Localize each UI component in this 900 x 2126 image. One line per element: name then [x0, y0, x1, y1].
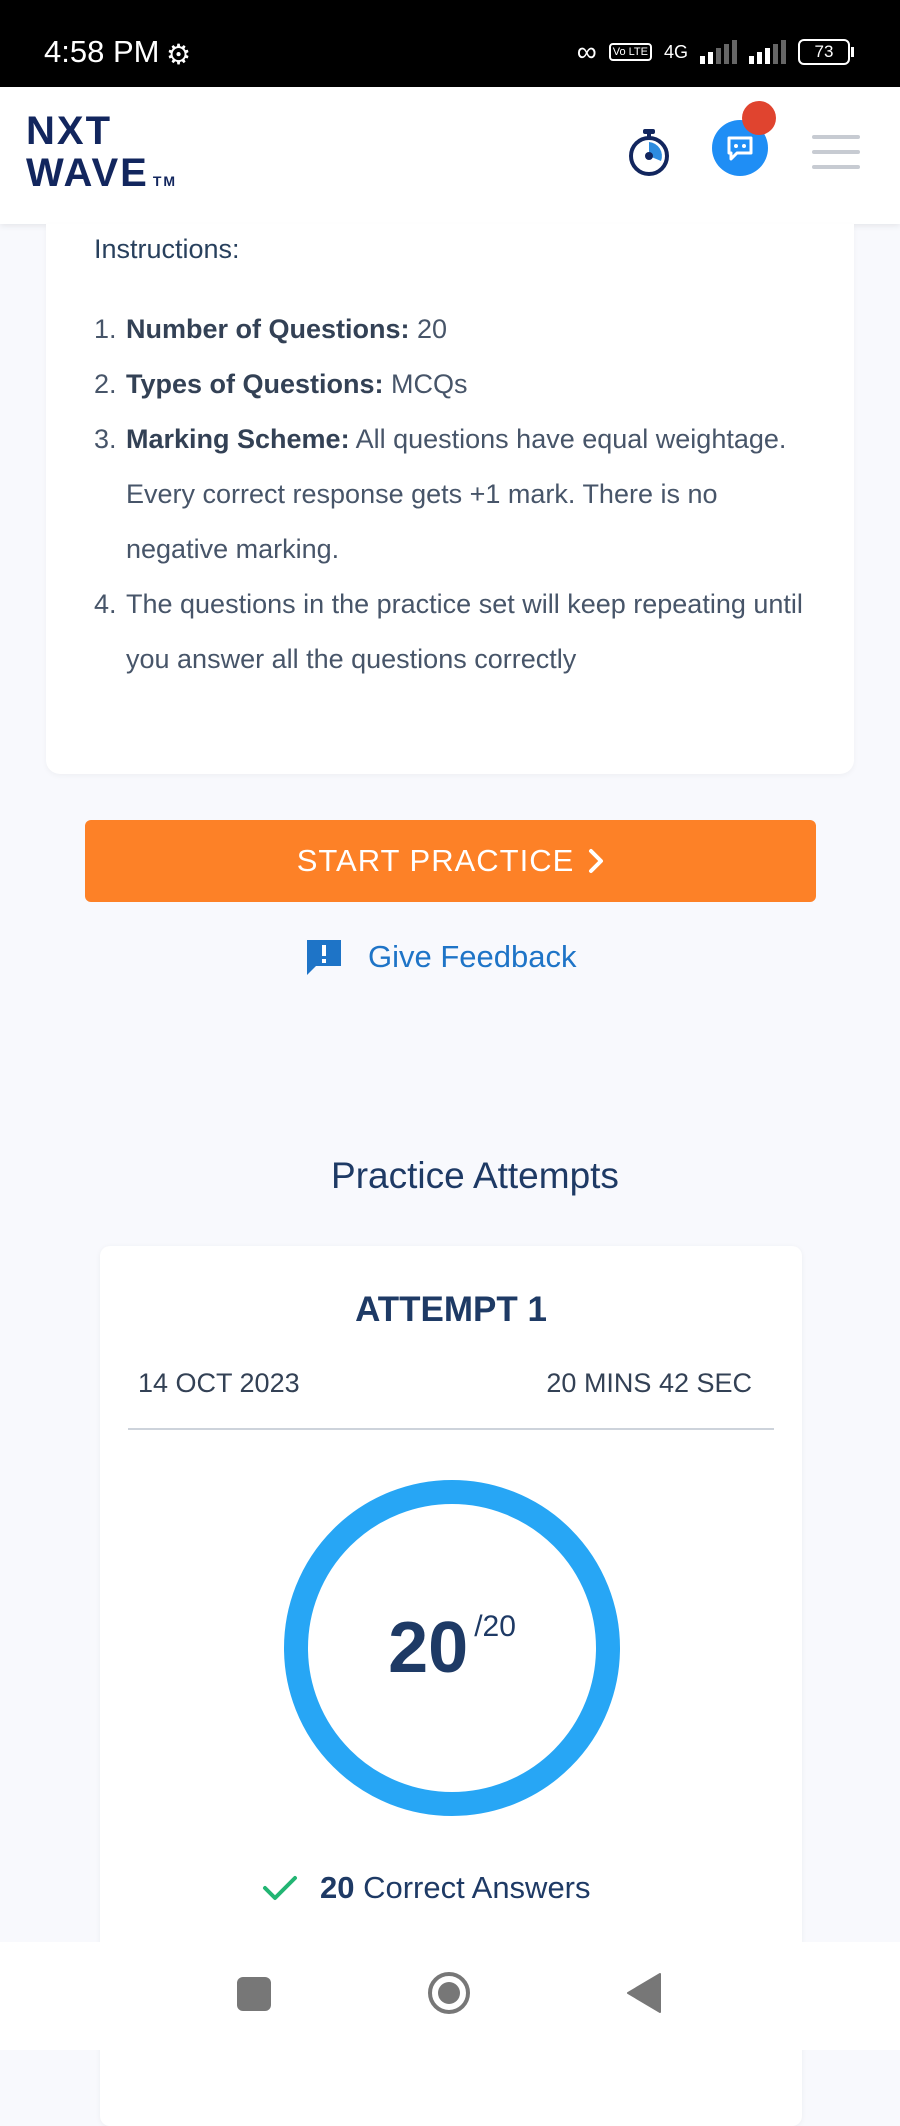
status-bar: 4:58 PM ⚙ ∞ Vo LTE 4G 73 [0, 0, 900, 87]
instruction-item: 2. Types of Questions: MCQs [94, 369, 468, 399]
home-icon[interactable] [426, 1970, 472, 2016]
app-header: NXT WAVE TM [0, 87, 900, 224]
network-type-label: 4G [663, 41, 688, 62]
logo-line2: WAVE [26, 151, 149, 195]
score-ring: 20 /20 [282, 1478, 622, 1818]
score-value: 20 [388, 1608, 469, 1688]
instruction-item: 3. Marking Scheme: All questions have equ… [94, 424, 787, 564]
notification-dot [742, 101, 776, 135]
status-time: 4:58 PM [44, 34, 160, 69]
chat-icon [727, 136, 753, 161]
check-icon [263, 1876, 297, 1900]
attempt-title: ATTEMPT 1 [355, 1290, 547, 1329]
logo-line1: NXT [26, 109, 112, 153]
signal-2-icon [749, 40, 786, 64]
correct-label: Correct Answers [363, 1870, 591, 1905]
nxtwave-logo[interactable]: NXT WAVE TM [26, 111, 177, 203]
back-icon[interactable] [626, 1972, 662, 2014]
score-total: /20 [474, 1610, 516, 1643]
attempt-duration: 20 MINS 42 SEC [546, 1368, 752, 1398]
attempt-divider [128, 1428, 774, 1430]
instructions-title: Instructions: [94, 234, 240, 264]
start-practice-button[interactable]: START PRACTICE [85, 820, 816, 902]
hotspot-icon: ∞ [576, 36, 597, 67]
instruction-item: 1. Number of Questions: 20 [94, 314, 448, 344]
status-icons: ∞ Vo LTE 4G 73 [576, 36, 854, 68]
logo-tm: TM [152, 173, 178, 189]
instructions-card: Instructions: 1. Number of Questions: 20 … [46, 224, 854, 774]
feedback-icon [307, 940, 341, 975]
chevron-right-icon [589, 849, 604, 873]
battery-icon: 73 [798, 39, 854, 65]
practice-attempts-title: Practice Attempts [331, 1155, 619, 1196]
correct-answers-row: 20 Correct Answers [262, 1870, 591, 1906]
give-feedback-link[interactable]: Give Feedback [304, 937, 577, 977]
recents-icon[interactable] [237, 1977, 271, 2011]
instructions-list: 1. Number of Questions: 20 2. Types of Que… [94, 302, 814, 687]
correct-count: 20 [320, 1870, 355, 1905]
start-practice-label: START PRACTICE [296, 843, 575, 878]
give-feedback-label: Give Feedback [368, 939, 577, 974]
instruction-item: 4. The questions in the practice set will… [94, 589, 803, 674]
signal-1-icon [700, 40, 737, 64]
system-nav-bar [0, 1942, 900, 2050]
attempt-date: 14 OCT 2023 [138, 1368, 300, 1398]
settings-gear-icon: ⚙ [166, 39, 192, 70]
volte-icon: Vo LTE [608, 43, 652, 61]
menu-icon[interactable] [812, 135, 860, 180]
stopwatch-icon[interactable] [626, 127, 672, 177]
